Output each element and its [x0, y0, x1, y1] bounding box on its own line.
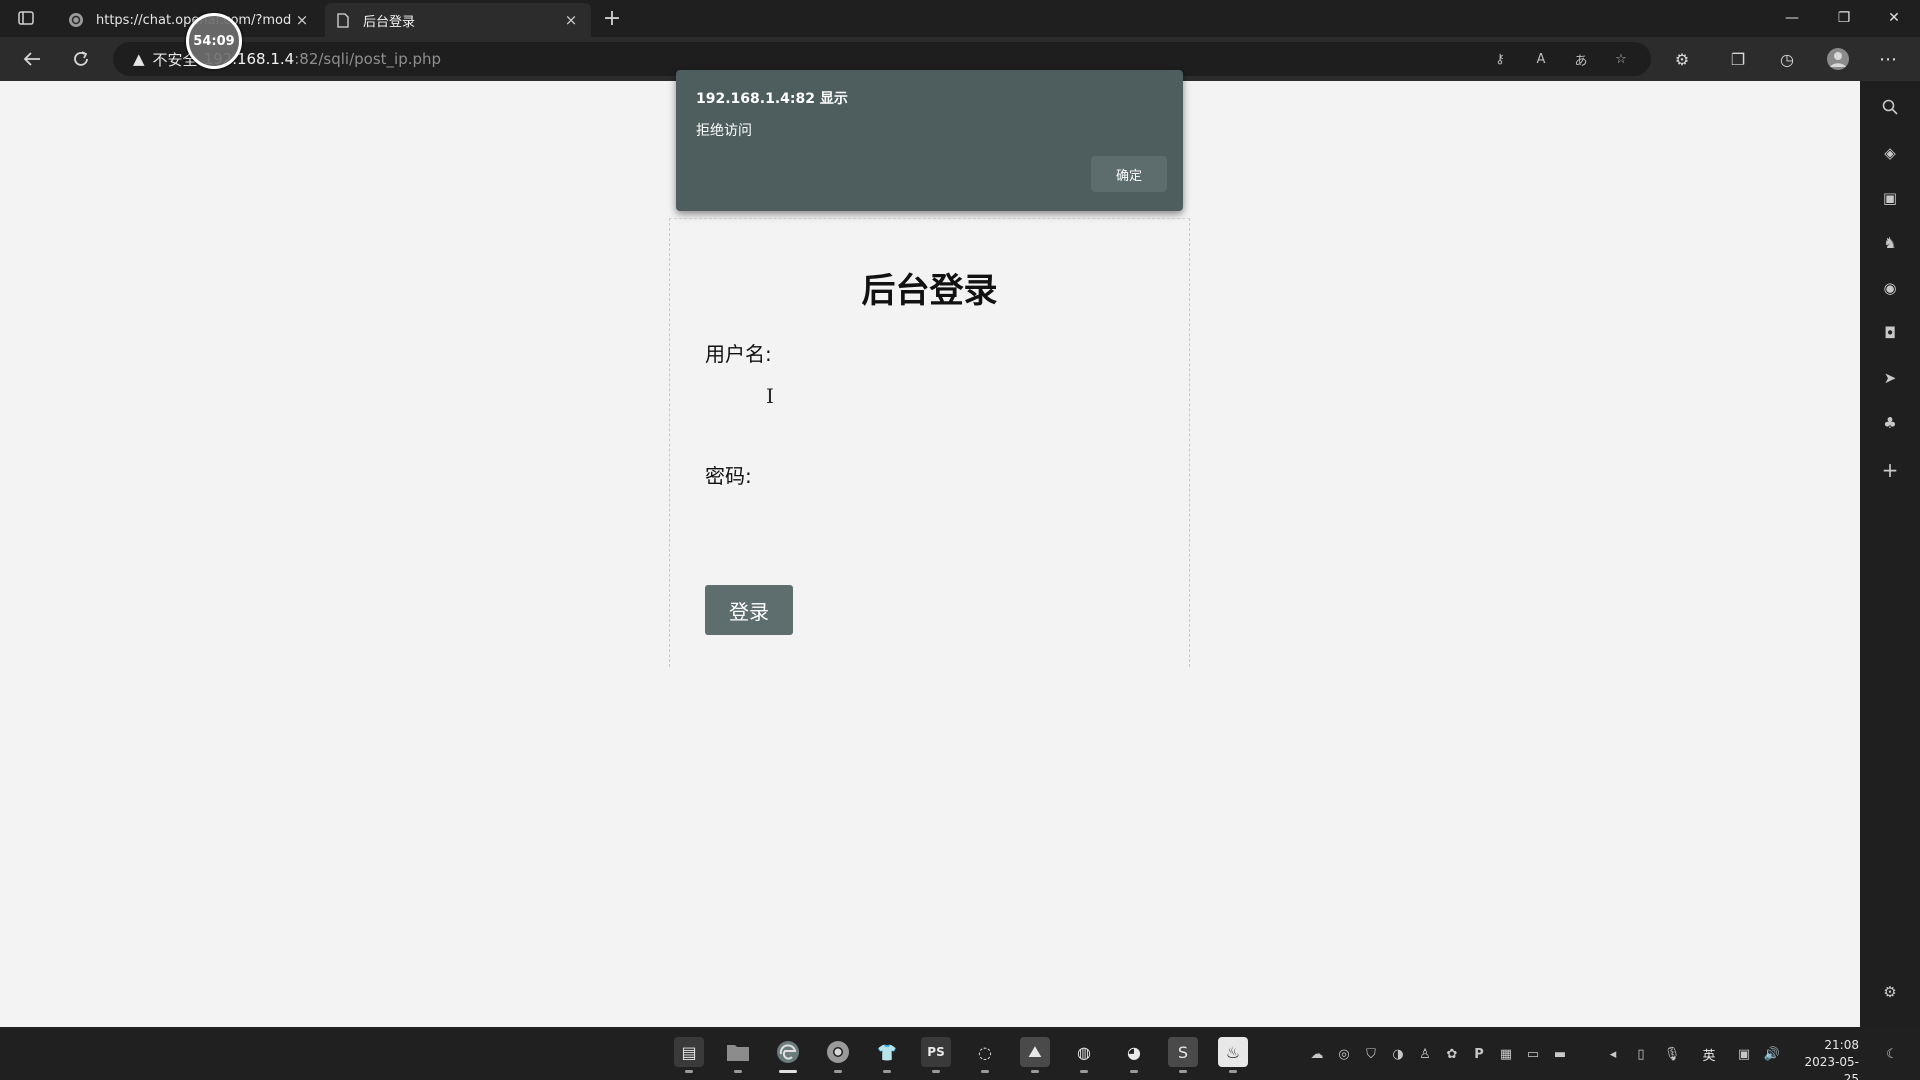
tray-overflow-icon[interactable]: ◂ [1604, 1045, 1622, 1063]
taskbar-app-document-icon[interactable]: ♨ [1218, 1037, 1248, 1073]
taskbar-app-bird-icon[interactable]: ◍ [1069, 1037, 1099, 1073]
password-label: 密码: [705, 464, 752, 488]
text-cursor: I [766, 384, 774, 408]
alert-dialog: 192.168.1.4:82 显示 拒绝访问 确定 [676, 70, 1183, 211]
alert-ok-button[interactable]: 确定 [1091, 156, 1167, 192]
url-path: :82/sqli/post_ip.php [294, 50, 442, 68]
taskbar-app-globe-icon[interactable]: ◕ [1119, 1037, 1149, 1073]
tray-cloud-icon[interactable]: ☁ [1308, 1045, 1326, 1063]
page-viewport: 后台登录 用户名: 密码: 登录 I [0, 81, 1860, 1027]
add-sidebar-app-icon[interactable]: + [1878, 458, 1902, 482]
taskbar-app-mountain-icon[interactable]: ⛰ [1020, 1037, 1050, 1073]
system-clock[interactable]: 21:08 2023-05-25 [1795, 1037, 1859, 1080]
close-window-button[interactable]: ✕ [1872, 4, 1916, 32]
history-icon[interactable]: ◷ [1771, 43, 1803, 75]
favorite-star-icon[interactable]: ☆ [1610, 49, 1632, 69]
chrome-icon[interactable] [823, 1037, 853, 1073]
collections-icon[interactable]: ❐ [1722, 43, 1754, 75]
profile-avatar-icon[interactable] [1822, 43, 1854, 75]
username-label: 用户名: [705, 342, 772, 366]
page-title: 后台登录 [861, 271, 998, 311]
alert-title: 192.168.1.4:82 显示 [696, 91, 848, 107]
tray-wechat-icon[interactable]: ◑ [1389, 1045, 1407, 1063]
notification-moon-icon[interactable]: ☾ [1883, 1045, 1901, 1063]
login-form: 后台登录 用户名: 密码: 登录 [669, 218, 1190, 667]
sidebar-settings-icon[interactable]: ⚙ [1878, 980, 1902, 1004]
edge-browser-icon[interactable] [773, 1037, 803, 1073]
games-icon[interactable]: ♞ [1878, 231, 1902, 255]
recording-timer: 54:09 [186, 13, 242, 69]
restore-button[interactable]: ❐ [1822, 4, 1866, 32]
tray-chat-icon[interactable]: ▬ [1551, 1045, 1569, 1063]
globe-icon[interactable]: ◉ [1878, 276, 1902, 300]
sublime-text-icon[interactable]: S [1168, 1037, 1198, 1073]
extensions-icon[interactable]: ⚙ [1666, 43, 1698, 75]
clock-date: 2023-05-25 [1804, 1055, 1859, 1080]
tray-grid-icon[interactable]: ▦ [1497, 1045, 1515, 1063]
microphone-icon[interactable]: 🎙 [1663, 1045, 1681, 1063]
warning-icon[interactable]: ▲ [133, 50, 145, 68]
more-menu-icon[interactable]: ⋯ [1872, 43, 1904, 75]
tab-actions-icon[interactable] [10, 4, 42, 32]
network-icon[interactable]: ▣ [1735, 1045, 1753, 1063]
battery-icon[interactable]: ▯ [1632, 1045, 1650, 1063]
taskbar-app-shirt-icon[interactable]: 👕 [872, 1037, 902, 1073]
page-icon [335, 12, 351, 28]
minimize-button[interactable]: — [1770, 4, 1814, 32]
new-tab-button[interactable]: + [596, 4, 628, 32]
tray-monitor-icon[interactable]: ▭ [1524, 1045, 1542, 1063]
tab-login[interactable]: 后台登录 × [325, 3, 591, 37]
key-icon[interactable]: ⚷ [1489, 49, 1511, 69]
read-aloud-icon[interactable]: A [1530, 49, 1552, 69]
tray-shirt-icon[interactable]: ♙ [1416, 1045, 1434, 1063]
phpstorm-icon[interactable]: PS [921, 1037, 951, 1073]
close-tab-icon[interactable]: × [292, 11, 312, 29]
volume-icon[interactable]: 🔊 [1763, 1045, 1781, 1063]
tray-gear-icon[interactable]: ✿ [1443, 1045, 1461, 1063]
tree-icon[interactable]: ♣ [1878, 411, 1902, 435]
briefcase-icon[interactable]: ▣ [1878, 186, 1902, 210]
close-tab-icon[interactable]: × [561, 11, 581, 29]
input-language-indicator[interactable]: 英 [1700, 1045, 1718, 1064]
password-input[interactable] [705, 497, 1145, 533]
tray-camera-icon[interactable]: ◎ [1335, 1045, 1353, 1063]
alert-message: 拒绝访问 [696, 123, 752, 139]
back-arrow-icon[interactable] [16, 43, 48, 75]
search-icon[interactable] [1878, 95, 1902, 119]
clock-time: 21:08 [1824, 1038, 1859, 1052]
login-button[interactable]: 登录 [705, 585, 793, 635]
shopping-tag-icon[interactable]: ◈ [1878, 141, 1902, 165]
translate-icon[interactable]: あ [1570, 49, 1592, 69]
browser-sidebar: ◈ ▣ ♞ ◉ ◘ ➤ ♣ + ⚙ [1860, 81, 1920, 1027]
taskbar-app-spiral-icon[interactable]: ◌ [970, 1037, 1000, 1073]
tab-title: 后台登录 [363, 14, 416, 30]
outlook-icon[interactable]: ◘ [1878, 321, 1902, 345]
tray-p-icon[interactable]: P [1470, 1045, 1488, 1063]
refresh-icon[interactable] [65, 43, 97, 75]
send-icon[interactable]: ➤ [1878, 366, 1902, 390]
tray-shield-icon[interactable]: ⛉ [1362, 1045, 1380, 1063]
windows-taskbar: ▤ 👕 PS ◌ ⛰ ◍ ◕ S ♨ ☁ ◎ ⛉ ◑ ♙ ✿ P ▦ ▭ ▬ ◂… [0, 1027, 1920, 1080]
taskbar-app-terminal-icon[interactable]: ▤ [674, 1037, 704, 1073]
chatgpt-icon [68, 12, 84, 28]
file-explorer-icon[interactable] [723, 1037, 753, 1073]
browser-tab-strip: https://chat.openai.com/?model × 后台登录 × … [0, 0, 1920, 37]
